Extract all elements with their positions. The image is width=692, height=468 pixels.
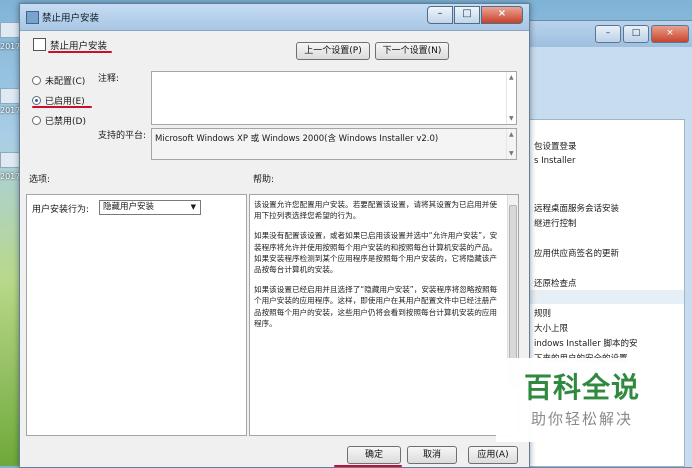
comment-scrollbar[interactable]: ▲ ▼ bbox=[506, 72, 516, 124]
radio-button[interactable] bbox=[32, 76, 41, 85]
list-item[interactable]: 继进行控制 bbox=[534, 217, 577, 229]
chevron-down-icon[interactable]: ▼ bbox=[191, 201, 196, 214]
user-install-behavior-dropdown[interactable]: 隐藏用户安装 ▼ bbox=[99, 200, 201, 215]
apply-button[interactable]: 应用(A) bbox=[468, 446, 518, 464]
next-setting-button[interactable]: 下一个设置(N) bbox=[375, 42, 449, 60]
close-icon[interactable]: × bbox=[651, 25, 689, 43]
radio-label: 未配置(C) bbox=[45, 77, 86, 87]
annotation-underline bbox=[32, 106, 92, 108]
platform-label: 支持的平台: bbox=[98, 131, 147, 141]
list-item[interactable]: 包设置登录 bbox=[534, 140, 577, 152]
desktop-icon[interactable] bbox=[0, 152, 20, 168]
radio-button[interactable] bbox=[32, 116, 41, 125]
help-panel: 该设置允许您配置用户安装。若要配置该设置，请将其设置为已启用并使用下拉列表选择您… bbox=[249, 194, 519, 436]
desktop-icon-label: 2017 bbox=[0, 106, 21, 115]
comment-field[interactable]: ▲ ▼ bbox=[151, 71, 517, 125]
comment-label: 注释: bbox=[98, 74, 120, 84]
watermark-title: 百科全说 bbox=[523, 371, 640, 404]
list-item[interactable]: 远程桌面服务会话安装 bbox=[534, 202, 619, 214]
setting-icon bbox=[33, 38, 46, 51]
dialog-titlebar[interactable]: 禁止用户安装 – □ × bbox=[20, 4, 529, 31]
help-paragraph: 该设置允许您配置用户安装。若要配置该设置，请将其设置为已启用并使用下拉列表选择您… bbox=[254, 200, 497, 221]
watermark: 百科全说 助你轻松解决 bbox=[496, 358, 668, 442]
desktop-icon-label: 2017 bbox=[0, 172, 21, 181]
list-item[interactable]: 应用供应商签名的更新 bbox=[534, 247, 619, 259]
list-item[interactable]: indows Installer 脚本的安 bbox=[534, 337, 637, 349]
radio-not-configured[interactable]: 未配置(C) bbox=[32, 74, 85, 87]
maximize-icon[interactable]: □ bbox=[623, 25, 649, 43]
radio-label: 已禁用(D) bbox=[45, 117, 86, 127]
list-selection-highlight bbox=[526, 290, 684, 304]
help-label: 帮助: bbox=[253, 175, 275, 185]
annotation-underline bbox=[334, 465, 402, 467]
list-item[interactable]: 规则 bbox=[534, 307, 551, 319]
platform-scrollbar[interactable]: ▲ ▼ bbox=[506, 129, 516, 159]
minimize-icon[interactable]: – bbox=[427, 6, 453, 24]
desktop-icon[interactable] bbox=[0, 88, 20, 104]
help-paragraph: 如果该设置已经启用并且选择了“隐藏用户安装”，安装程序将忽略按照每个用户安装的应… bbox=[254, 285, 498, 328]
scroll-up-icon[interactable]: ▲ bbox=[509, 131, 514, 138]
options-panel: 用户安装行为: 隐藏用户安装 ▼ bbox=[26, 194, 247, 436]
annotation-underline bbox=[48, 51, 112, 53]
policy-setting-dialog[interactable]: 禁止用户安装 – □ × 禁止用户安装 上一个设置(P) 下一个设置(N) 未配… bbox=[19, 3, 530, 468]
platform-field: Microsoft Windows XP 或 Windows 2000(含 Wi… bbox=[151, 128, 517, 160]
list-item[interactable]: 还原检查点 bbox=[534, 277, 577, 289]
radio-button[interactable] bbox=[32, 96, 41, 105]
radio-disabled[interactable]: 已禁用(D) bbox=[32, 114, 86, 127]
platform-value: Microsoft Windows XP 或 Windows 2000(含 Wi… bbox=[155, 134, 439, 144]
options-label: 选项: bbox=[29, 175, 51, 185]
dropdown-value: 隐藏用户安装 bbox=[103, 202, 155, 212]
previous-setting-button[interactable]: 上一个设置(P) bbox=[296, 42, 370, 60]
list-item[interactable]: 大小上限 bbox=[534, 322, 568, 334]
maximize-icon[interactable]: □ bbox=[454, 6, 480, 24]
background-window-titlebar[interactable]: – □ × bbox=[521, 21, 692, 47]
minimize-icon[interactable]: – bbox=[595, 25, 621, 43]
policy-icon bbox=[26, 11, 39, 24]
watermark-subtitle: 助你轻松解决 bbox=[530, 410, 633, 428]
desktop-icon-label: 2017 bbox=[0, 42, 21, 51]
help-paragraph: 如果没有配置该设置，或者如果已启用该设置并选中“允许用户安装”，安装程序将允许并… bbox=[254, 231, 498, 275]
cancel-button[interactable]: 取消 bbox=[407, 446, 457, 464]
scroll-up-icon[interactable]: ▲ bbox=[509, 74, 514, 81]
window-title: 禁止用户安装 bbox=[42, 13, 100, 24]
scroll-down-icon[interactable]: ▼ bbox=[509, 150, 514, 157]
desktop-icon[interactable] bbox=[0, 22, 20, 38]
setting-title: 禁止用户安装 bbox=[50, 41, 108, 52]
user-install-behavior-label: 用户安装行为: bbox=[32, 205, 90, 215]
ok-button[interactable]: 确定 bbox=[347, 446, 401, 464]
list-item[interactable]: s Installer bbox=[534, 156, 575, 166]
scroll-down-icon[interactable]: ▼ bbox=[509, 115, 514, 122]
close-icon[interactable]: × bbox=[481, 6, 523, 24]
